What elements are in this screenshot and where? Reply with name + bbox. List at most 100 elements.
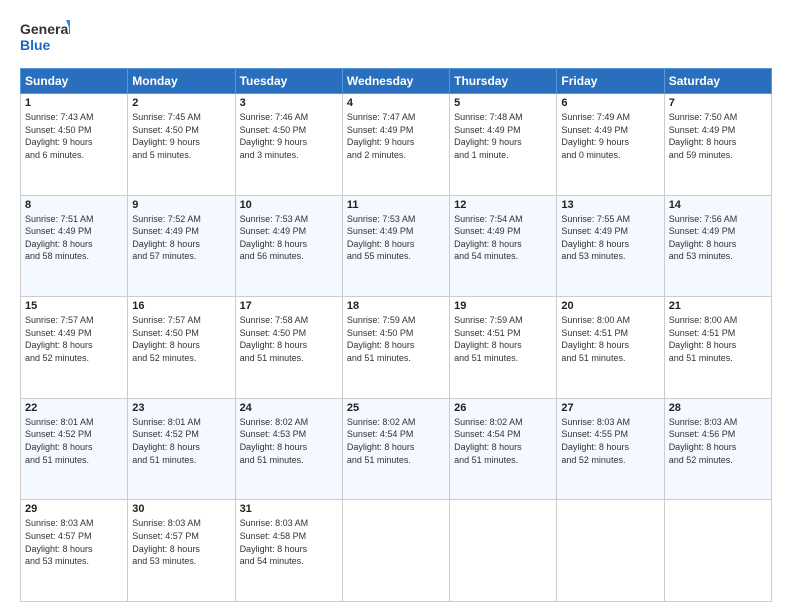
cell-text: Sunrise: 8:03 AMSunset: 4:57 PMDaylight:… bbox=[132, 517, 230, 567]
cell-text: Sunrise: 7:45 AMSunset: 4:50 PMDaylight:… bbox=[132, 111, 230, 161]
logo: General Blue bbox=[20, 16, 70, 58]
cell-text: Sunrise: 7:47 AMSunset: 4:49 PMDaylight:… bbox=[347, 111, 445, 161]
calendar-cell: 6Sunrise: 7:49 AMSunset: 4:49 PMDaylight… bbox=[557, 94, 664, 196]
cell-text: Sunrise: 7:51 AMSunset: 4:49 PMDaylight:… bbox=[25, 213, 123, 263]
cell-text: Sunrise: 7:54 AMSunset: 4:49 PMDaylight:… bbox=[454, 213, 552, 263]
day-number: 29 bbox=[25, 503, 123, 515]
week-row-1: 1 Sunrise: 7:43 AMSunset: 4:50 PMDaylight… bbox=[21, 94, 772, 196]
cell-text: Sunrise: 7:46 AMSunset: 4:50 PMDaylight:… bbox=[240, 111, 338, 161]
cell-text: Sunrise: 8:03 AMSunset: 4:57 PMDaylight:… bbox=[25, 517, 123, 567]
column-header-monday: Monday bbox=[128, 69, 235, 94]
day-number: 20 bbox=[561, 300, 659, 312]
day-number: 22 bbox=[25, 402, 123, 414]
column-header-tuesday: Tuesday bbox=[235, 69, 342, 94]
day-number: 8 bbox=[25, 199, 123, 211]
calendar-table: SundayMondayTuesdayWednesdayThursdayFrid… bbox=[20, 68, 772, 602]
calendar-cell: 24 Sunrise: 8:02 AMSunset: 4:53 PMDayligh… bbox=[235, 398, 342, 500]
column-header-wednesday: Wednesday bbox=[342, 69, 449, 94]
top-section: General Blue bbox=[20, 16, 772, 58]
calendar-cell: 20 Sunrise: 8:00 AMSunset: 4:51 PMDayligh… bbox=[557, 297, 664, 399]
column-header-friday: Friday bbox=[557, 69, 664, 94]
calendar-cell: 30 Sunrise: 8:03 AMSunset: 4:57 PMDayligh… bbox=[128, 500, 235, 602]
cell-text: Sunrise: 8:02 AMSunset: 4:53 PMDaylight:… bbox=[240, 416, 338, 466]
calendar-cell: 26 Sunrise: 8:02 AMSunset: 4:54 PMDayligh… bbox=[450, 398, 557, 500]
day-number: 11 bbox=[347, 199, 445, 211]
svg-text:Blue: Blue bbox=[20, 37, 51, 53]
calendar-cell: 12 Sunrise: 7:54 AMSunset: 4:49 PMDayligh… bbox=[450, 195, 557, 297]
calendar-cell: 16 Sunrise: 7:57 AMSunset: 4:50 PMDayligh… bbox=[128, 297, 235, 399]
cell-text: Sunrise: 7:57 AMSunset: 4:50 PMDaylight:… bbox=[132, 314, 230, 364]
cell-text: Sunrise: 7:43 AMSunset: 4:50 PMDaylight:… bbox=[25, 111, 123, 161]
cell-text: Sunrise: 8:01 AMSunset: 4:52 PMDaylight:… bbox=[132, 416, 230, 466]
calendar-cell bbox=[450, 500, 557, 602]
cell-text: Sunrise: 7:55 AMSunset: 4:49 PMDaylight:… bbox=[561, 213, 659, 263]
calendar-cell: 21 Sunrise: 8:00 AMSunset: 4:51 PMDayligh… bbox=[664, 297, 771, 399]
calendar-cell: 9 Sunrise: 7:52 AMSunset: 4:49 PMDaylight… bbox=[128, 195, 235, 297]
cell-text: Sunrise: 7:57 AMSunset: 4:49 PMDaylight:… bbox=[25, 314, 123, 364]
cell-text: Sunrise: 7:58 AMSunset: 4:50 PMDaylight:… bbox=[240, 314, 338, 364]
calendar-cell: 1 Sunrise: 7:43 AMSunset: 4:50 PMDaylight… bbox=[21, 94, 128, 196]
cell-text: Sunrise: 7:52 AMSunset: 4:49 PMDaylight:… bbox=[132, 213, 230, 263]
day-number: 12 bbox=[454, 199, 552, 211]
day-number: 9 bbox=[132, 199, 230, 211]
cell-text: Sunrise: 7:53 AMSunset: 4:49 PMDaylight:… bbox=[347, 213, 445, 263]
calendar-cell: 27 Sunrise: 8:03 AMSunset: 4:55 PMDayligh… bbox=[557, 398, 664, 500]
day-number: 17 bbox=[240, 300, 338, 312]
calendar-cell: 14 Sunrise: 7:56 AMSunset: 4:49 PMDayligh… bbox=[664, 195, 771, 297]
calendar-cell: 17 Sunrise: 7:58 AMSunset: 4:50 PMDayligh… bbox=[235, 297, 342, 399]
cell-text: Sunrise: 8:03 AMSunset: 4:56 PMDaylight:… bbox=[669, 416, 767, 466]
calendar-cell: 4 Sunrise: 7:47 AMSunset: 4:49 PMDaylight… bbox=[342, 94, 449, 196]
day-number: 4 bbox=[347, 97, 445, 109]
day-number: 18 bbox=[347, 300, 445, 312]
cell-text: Sunrise: 8:03 AMSunset: 4:55 PMDaylight:… bbox=[561, 416, 659, 466]
day-number: 19 bbox=[454, 300, 552, 312]
day-number: 16 bbox=[132, 300, 230, 312]
page: General Blue SundayMondayTuesdayWednesda… bbox=[0, 0, 792, 612]
week-row-4: 22 Sunrise: 8:01 AMSunset: 4:52 PMDayligh… bbox=[21, 398, 772, 500]
day-number: 1 bbox=[25, 97, 123, 109]
calendar-cell: 29 Sunrise: 8:03 AMSunset: 4:57 PMDayligh… bbox=[21, 500, 128, 602]
calendar-cell: 7 Sunrise: 7:50 AMSunset: 4:49 PMDaylight… bbox=[664, 94, 771, 196]
day-number: 26 bbox=[454, 402, 552, 414]
column-header-saturday: Saturday bbox=[664, 69, 771, 94]
day-number: 21 bbox=[669, 300, 767, 312]
day-number: 27 bbox=[561, 402, 659, 414]
column-header-sunday: Sunday bbox=[21, 69, 128, 94]
week-row-5: 29 Sunrise: 8:03 AMSunset: 4:57 PMDayligh… bbox=[21, 500, 772, 602]
calendar-cell: 10Sunrise: 7:53 AMSunset: 4:49 PMDayligh… bbox=[235, 195, 342, 297]
day-number: 24 bbox=[240, 402, 338, 414]
calendar-cell: 11 Sunrise: 7:53 AMSunset: 4:49 PMDayligh… bbox=[342, 195, 449, 297]
calendar-cell: 5 Sunrise: 7:48 AMSunset: 4:49 PMDaylight… bbox=[450, 94, 557, 196]
calendar-cell: 22Sunrise: 8:01 AMSunset: 4:52 PMDayligh… bbox=[21, 398, 128, 500]
cell-text: Sunrise: 7:50 AMSunset: 4:49 PMDaylight:… bbox=[669, 111, 767, 161]
cell-text: Sunrise: 7:59 AMSunset: 4:50 PMDaylight:… bbox=[347, 314, 445, 364]
day-number: 13 bbox=[561, 199, 659, 211]
week-row-3: 15 Sunrise: 7:57 AMSunset: 4:49 PMDayligh… bbox=[21, 297, 772, 399]
calendar-cell: 18 Sunrise: 7:59 AMSunset: 4:50 PMDayligh… bbox=[342, 297, 449, 399]
day-number: 6 bbox=[561, 97, 659, 109]
calendar-cell bbox=[557, 500, 664, 602]
calendar-cell: 25Sunrise: 8:02 AMSunset: 4:54 PMDayligh… bbox=[342, 398, 449, 500]
cell-text: Sunrise: 8:00 AMSunset: 4:51 PMDaylight:… bbox=[669, 314, 767, 364]
cell-text: Sunrise: 7:59 AMSunset: 4:51 PMDaylight:… bbox=[454, 314, 552, 364]
day-number: 28 bbox=[669, 402, 767, 414]
day-number: 25 bbox=[347, 402, 445, 414]
calendar-cell: 13 Sunrise: 7:55 AMSunset: 4:49 PMDayligh… bbox=[557, 195, 664, 297]
day-number: 31 bbox=[240, 503, 338, 515]
logo-svg: General Blue bbox=[20, 16, 70, 58]
calendar-cell: 15 Sunrise: 7:57 AMSunset: 4:49 PMDayligh… bbox=[21, 297, 128, 399]
calendar-cell: 8 Sunrise: 7:51 AMSunset: 4:49 PMDaylight… bbox=[21, 195, 128, 297]
day-number: 14 bbox=[669, 199, 767, 211]
cell-text: Sunrise: 7:48 AMSunset: 4:49 PMDaylight:… bbox=[454, 111, 552, 161]
cell-text: Sunrise: 8:00 AMSunset: 4:51 PMDaylight:… bbox=[561, 314, 659, 364]
calendar-cell: 3Sunrise: 7:46 AMSunset: 4:50 PMDaylight… bbox=[235, 94, 342, 196]
calendar-cell bbox=[664, 500, 771, 602]
cell-text: Sunrise: 7:56 AMSunset: 4:49 PMDaylight:… bbox=[669, 213, 767, 263]
day-number: 5 bbox=[454, 97, 552, 109]
day-number: 30 bbox=[132, 503, 230, 515]
day-number: 10 bbox=[240, 199, 338, 211]
day-number: 15 bbox=[25, 300, 123, 312]
calendar-cell: 19 Sunrise: 7:59 AMSunset: 4:51 PMDayligh… bbox=[450, 297, 557, 399]
day-number: 7 bbox=[669, 97, 767, 109]
cell-text: Sunrise: 8:02 AMSunset: 4:54 PMDaylight:… bbox=[454, 416, 552, 466]
